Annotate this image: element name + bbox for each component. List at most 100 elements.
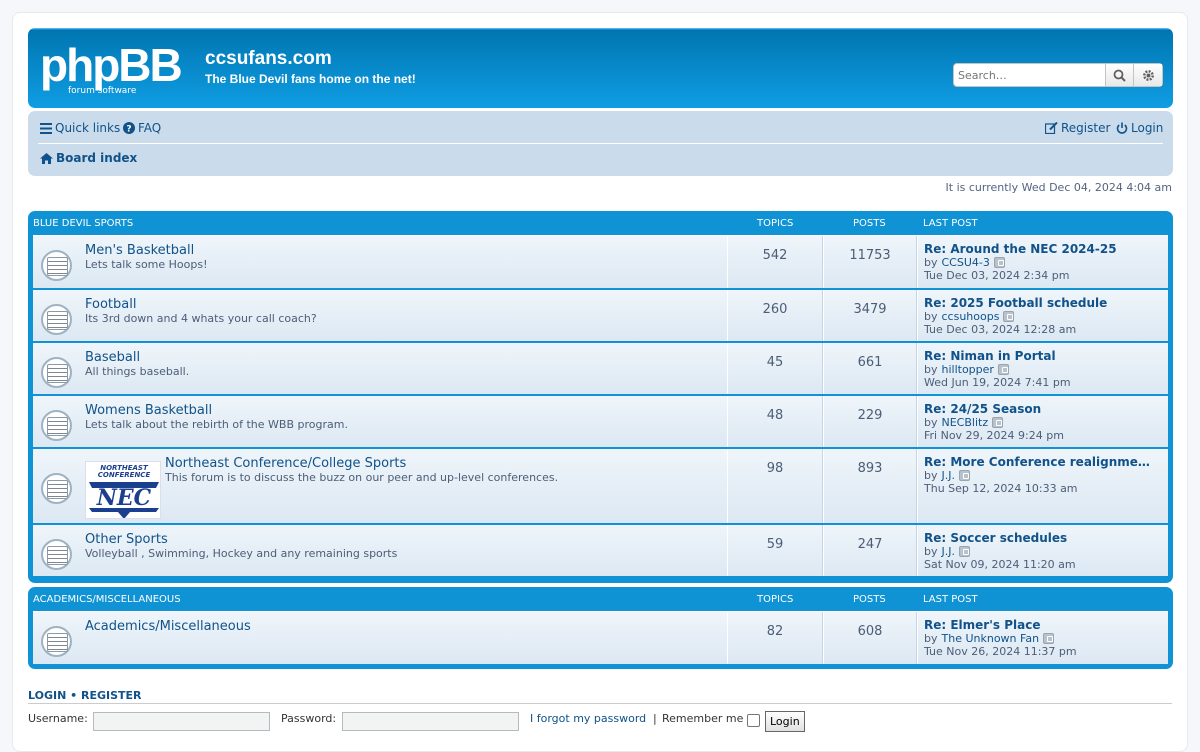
last-post-title[interactable]: Re: 24/25 Season — [924, 402, 1041, 416]
last-post-date: Thu Sep 12, 2024 10:33 am — [924, 482, 1078, 495]
goto-post-icon[interactable] — [997, 364, 1009, 375]
forum-category: BLUE DEVIL SPORTS TOPICS POSTS LAST POST… — [28, 211, 1173, 583]
forum-row: NORTHEAST CONFERENCE NEC Northeast Confe… — [33, 447, 1168, 523]
forum-title[interactable]: Other Sports — [85, 532, 168, 547]
svg-text:?: ? — [126, 125, 131, 135]
forum-row: Womens Basketball Lets talk about the re… — [33, 394, 1168, 447]
goto-post-icon[interactable] — [958, 470, 970, 481]
search-button[interactable] — [1105, 64, 1133, 86]
forum-image-nec-logo[interactable]: NORTHEAST CONFERENCE NEC — [85, 461, 161, 519]
forum-read-icon — [41, 626, 72, 657]
phpbb-logo[interactable]: phpBB forum software — [40, 39, 183, 96]
col-posts-header: POSTS — [853, 218, 886, 229]
by-label: by — [924, 632, 938, 645]
last-post-user[interactable]: hilltopper — [942, 363, 994, 376]
breadcrumb-board-index[interactable]: Board index — [40, 151, 137, 165]
quick-login-form: Username: Password: I forgot my password… — [28, 711, 1173, 736]
faq-link[interactable]: ? FAQ — [123, 121, 161, 135]
by-label: by — [924, 310, 938, 323]
register-heading-link[interactable]: REGISTER — [81, 689, 142, 702]
forum-read-icon — [41, 250, 72, 281]
forum-row: Football Its 3rd down and 4 whats your c… — [33, 288, 1168, 341]
forum-row: Men's Basketball Lets talk some Hoops! 5… — [33, 235, 1168, 288]
last-post-title[interactable]: Re: Around the NEC 2024-25 — [924, 242, 1117, 256]
topics-count: 98 — [766, 461, 784, 476]
login-link[interactable]: Login — [1116, 121, 1163, 135]
power-icon — [1116, 122, 1128, 134]
forum-category: ACADEMICS/MISCELLANEOUS TOPICS POSTS LAS… — [28, 587, 1173, 669]
category-title[interactable]: ACADEMICS/MISCELLANEOUS — [33, 594, 181, 605]
last-post-user[interactable]: J.J. — [942, 469, 955, 482]
goto-post-icon[interactable] — [993, 257, 1005, 268]
quick-links-menu[interactable]: Quick links — [40, 121, 120, 135]
last-post-date: Tue Dec 03, 2024 12:28 am — [924, 323, 1077, 336]
nec-logo-graphic: NORTHEAST CONFERENCE NEC — [86, 462, 160, 518]
last-post-title[interactable]: Re: Soccer schedules — [924, 531, 1067, 545]
last-post: Re: 2025 Football schedule by ccsuhoops T… — [917, 290, 1168, 341]
header-bar: phpBB forum software ccsufans.com The Bl… — [28, 28, 1173, 108]
forgot-password-link[interactable]: I forgot my password — [530, 712, 646, 725]
last-post-user[interactable]: The Unknown Fan — [942, 632, 1040, 645]
posts-count: 608 — [857, 624, 883, 639]
logo-subtext: forum software — [68, 86, 137, 96]
last-post-user[interactable]: NECBlitz — [942, 416, 989, 429]
last-post-title[interactable]: Re: More Conference realignme… — [924, 455, 1150, 469]
forum-read-icon — [41, 410, 72, 441]
category-title[interactable]: BLUE DEVIL SPORTS — [33, 218, 133, 229]
register-link[interactable]: Register — [1045, 121, 1110, 135]
forum-title[interactable]: Football — [85, 297, 136, 312]
last-post: Re: Around the NEC 2024-25 by CCSU4-3 Tue… — [917, 236, 1168, 288]
forum-title[interactable]: Northeast Conference/College Sports — [165, 456, 406, 471]
current-time: It is currently Wed Dec 04, 2024 4:04 am — [945, 181, 1172, 194]
username-field[interactable] — [93, 712, 270, 731]
faq-label: FAQ — [138, 121, 162, 135]
forum-title[interactable]: Academics/Miscellaneous — [85, 619, 251, 634]
forum-title[interactable]: Men's Basketball — [85, 243, 194, 258]
login-heading-link[interactable]: LOGIN — [28, 689, 66, 702]
advanced-search-button[interactable] — [1133, 64, 1162, 86]
login-register-heading: LOGIN • REGISTER — [28, 689, 142, 702]
last-post: Re: Elmer's Place by The Unknown Fan Tue … — [917, 612, 1168, 664]
forum-description: This forum is to discuss the buzz on our… — [165, 471, 559, 484]
goto-post-icon[interactable] — [1003, 311, 1015, 322]
goto-post-icon[interactable] — [1043, 633, 1055, 644]
login-submit-button[interactable]: Login — [765, 711, 805, 732]
last-post-user[interactable]: J.J. — [942, 545, 955, 558]
by-label: by — [924, 256, 938, 269]
last-post-user[interactable]: ccsuhoops — [942, 310, 1000, 323]
last-post: Re: More Conference realignme… by J.J. Th… — [917, 449, 1168, 523]
site-title[interactable]: ccsufans.com — [205, 48, 332, 70]
last-post-date: Tue Dec 03, 2024 2:34 pm — [924, 269, 1070, 282]
remember-me-checkbox[interactable] — [747, 714, 760, 727]
logo-text: phpBB — [40, 39, 183, 91]
posts-count: 247 — [857, 537, 883, 552]
last-post-title[interactable]: Re: Elmer's Place — [924, 618, 1040, 632]
by-label: by — [924, 545, 938, 558]
forum-title[interactable]: Womens Basketball — [85, 403, 212, 418]
gear-icon — [1142, 69, 1154, 81]
goto-post-icon[interactable] — [958, 546, 970, 557]
topics-count: 45 — [766, 355, 784, 370]
last-post-title[interactable]: Re: Niman in Portal — [924, 349, 1056, 363]
last-post-title[interactable]: Re: 2025 Football schedule — [924, 296, 1107, 310]
goto-post-icon[interactable] — [992, 417, 1004, 428]
login-divider — [28, 703, 1172, 704]
forum-row: Baseball All things baseball. 45 661 Re:… — [33, 341, 1168, 394]
by-label: by — [924, 469, 938, 482]
site-description: The Blue Devil fans home on the net! — [205, 72, 416, 86]
password-label: Password: — [281, 712, 337, 725]
forum-title[interactable]: Baseball — [85, 350, 140, 365]
last-post: Re: 24/25 Season by NECBlitz Fri Nov 29, … — [917, 396, 1168, 447]
register-label: Register — [1061, 121, 1111, 135]
forum-description: All things baseball. — [85, 365, 190, 378]
search-icon — [1113, 69, 1126, 82]
forum-read-icon — [41, 357, 72, 388]
last-post-user[interactable]: CCSU4-3 — [942, 256, 990, 269]
last-post-date: Tue Nov 26, 2024 11:37 pm — [924, 645, 1077, 658]
search-input[interactable] — [954, 64, 1104, 86]
home-icon — [40, 152, 53, 164]
topics-count: 82 — [766, 624, 784, 639]
nec-logo-text-big: NEC — [96, 485, 152, 511]
password-field[interactable] — [342, 712, 519, 731]
question-circle-icon: ? — [123, 122, 135, 134]
